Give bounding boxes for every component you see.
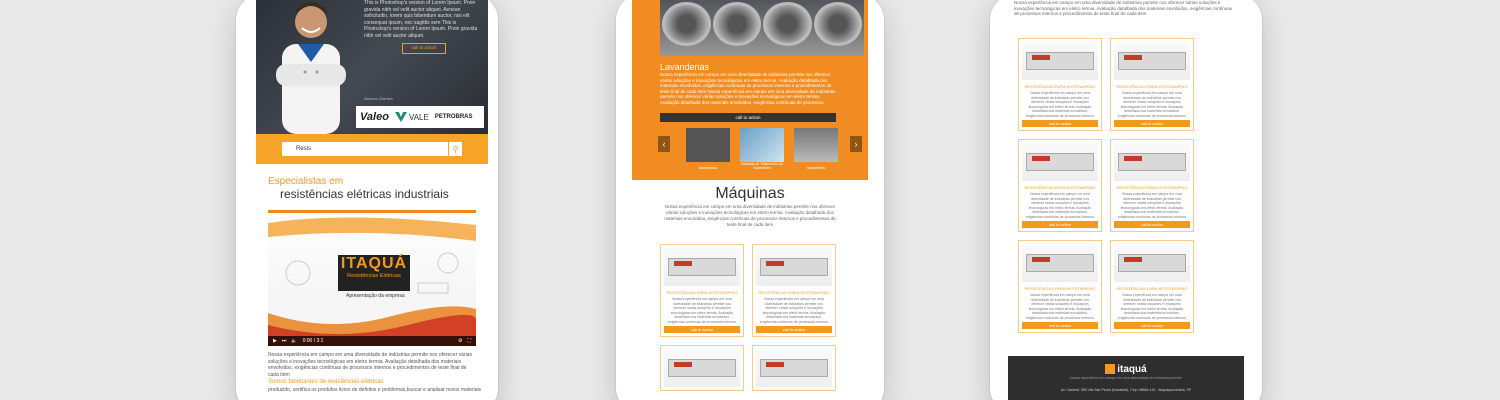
heading-small: Especialistas em: [268, 176, 344, 187]
card-cta-button[interactable]: call to action: [664, 326, 740, 333]
screen-home: This is Photoshop's version of Lorem Ips…: [256, 0, 488, 400]
machines-text: Nossa experiência em campo em uma divers…: [1014, 0, 1233, 16]
itaqua-logo: ITAQUÁ Resistências Elétricas: [338, 255, 410, 291]
carousel-item[interactable]: lavanderias: [686, 128, 730, 170]
screen-segments: Lavanderias Nossa experiência em campo e…: [632, 0, 868, 400]
carousel-next-icon[interactable]: ›: [850, 136, 862, 152]
product-card: RESISTÊNCIAS PARA HOTSTAMPING Nossa exper…: [1018, 38, 1102, 131]
fullscreen-icon[interactable]: ⛶: [467, 338, 471, 344]
machine-image: [664, 248, 740, 286]
product-card: RESISTÊNCIAS PARA HOTSTAMPING Nossa exper…: [1110, 38, 1194, 131]
laundry-image: [660, 0, 864, 56]
footer-tagline: Nossa experiência em campo em uma divers…: [1069, 376, 1183, 380]
product-card: [752, 345, 836, 391]
product-card: [660, 345, 744, 391]
sub-heading: Somos fabricantes de resistências elétri…: [268, 379, 384, 385]
section-text: Nossa experiência em campo em uma divers…: [660, 72, 836, 105]
phone-mockup-home: This is Photoshop's version of Lorem Ips…: [236, 0, 498, 400]
next-icon[interactable]: ⏭: [282, 338, 287, 344]
search-value: Resis: [296, 146, 312, 152]
client-logos: Valeo VALE PETROBRAS: [356, 106, 484, 128]
play-icon[interactable]: ▶: [273, 338, 277, 344]
vale-icon: [394, 112, 407, 122]
chef-image: [276, 2, 346, 134]
heading-large: resistências elétricas industriais: [280, 187, 449, 201]
sub-text: produzido, certifica os produtos livres …: [268, 387, 482, 393]
phone-mockup-segments: Lavanderias Nossa experiência em campo e…: [616, 0, 884, 400]
machines-text: Nossa experiência em campo em uma divers…: [664, 204, 836, 227]
product-card: RESISTÊNCIAS PARA HOTSTAMPING Nossa exper…: [1018, 139, 1102, 232]
card-cta-button[interactable]: call to action: [756, 326, 832, 333]
body-text: Nossa experiência em campo em uma divers…: [268, 352, 472, 378]
hero-banner: This is Photoshop's version of Lorem Ips…: [256, 0, 488, 134]
search-icon[interactable]: ⚲: [448, 142, 462, 156]
screen-machines: Nossa experiência em campo em uma divers…: [1004, 0, 1248, 400]
machine-image: [664, 349, 740, 387]
card-cta-button[interactable]: call to action: [1114, 120, 1190, 127]
carousel-item[interactable]: lavanderias: [794, 128, 838, 170]
machine-image: [756, 349, 832, 387]
section-title: Lavanderias: [660, 62, 710, 72]
logo-mark-icon: [1105, 364, 1116, 375]
machines-title: Máquinas: [715, 185, 785, 202]
product-grid: RESISTÊNCIAS PARA HOTSTAMPING Nossa exper…: [1018, 38, 1194, 333]
volume-icon[interactable]: 🔈: [291, 338, 297, 344]
valeo-logo: Valeo: [360, 111, 389, 123]
video-time: 0:00 / 3:1: [302, 338, 324, 344]
video-controls: ▶ ⏭ 🔈 0:00 / 3:1 ⚙ ⛶: [268, 336, 476, 346]
footer-address: Av. Cardeal, 355 Vila São Pedro (Industr…: [1060, 388, 1192, 392]
search-input[interactable]: Resis ⚲: [282, 142, 462, 156]
segment-carousel: lavanderias Indústria de Tratamento de S…: [660, 128, 864, 170]
petrobras-logo: PETROBRAS: [434, 114, 473, 120]
search-bar: Resis ⚲: [256, 134, 488, 164]
carousel-item[interactable]: Indústria de Tratamento de Superfícies: [740, 128, 784, 170]
product-card: RESISTÊNCIAS PARA HOTSTAMPING Nossa exper…: [1110, 139, 1194, 232]
machine-image: [756, 248, 832, 286]
card-cta-button[interactable]: call to action: [1114, 221, 1190, 228]
orange-panel: Lavanderias Nossa experiência em campo e…: [632, 0, 868, 180]
card-cta-button[interactable]: call to action: [1022, 322, 1098, 329]
phone-mockup-machines: Nossa experiência em campo em uma divers…: [990, 0, 1262, 400]
hero-text: This is Photoshop's version of Lorem Ips…: [364, 0, 484, 54]
product-card: RESISTÊNCIAS PARA HOTSTAMPING Nossa expe…: [752, 244, 836, 337]
product-grid: RESISTÊNCIAS PARA HOTSTAMPING Nossa expe…: [660, 244, 836, 391]
card-cta-button[interactable]: call to action: [1114, 322, 1190, 329]
product-card: RESISTÊNCIAS PARA HOTSTAMPING Nossa exper…: [1018, 240, 1102, 333]
section-cta-button[interactable]: call to action: [660, 113, 836, 122]
clients-label: Nossos Clientes: [364, 96, 393, 101]
product-card: RESISTÊNCIAS PARA HOTSTAMPING Nossa exper…: [1110, 240, 1194, 333]
settings-icon[interactable]: ⚙: [458, 338, 462, 344]
hero-cta-button[interactable]: call to action: [402, 43, 446, 54]
vale-logo: VALE: [394, 112, 429, 122]
video-player[interactable]: ITAQUÁ Resistências Elétricas Apresentaç…: [268, 210, 476, 346]
footer-logo: itaquá: [1008, 364, 1244, 375]
card-cta-button[interactable]: call to action: [1022, 120, 1098, 127]
site-footer: itaquá Nossa experiência em campo em uma…: [1008, 356, 1244, 400]
card-cta-button[interactable]: call to action: [1022, 221, 1098, 228]
video-caption: Apresentação da empresa: [346, 293, 405, 299]
product-card: RESISTÊNCIAS PARA HOTSTAMPING Nossa expe…: [660, 244, 744, 337]
